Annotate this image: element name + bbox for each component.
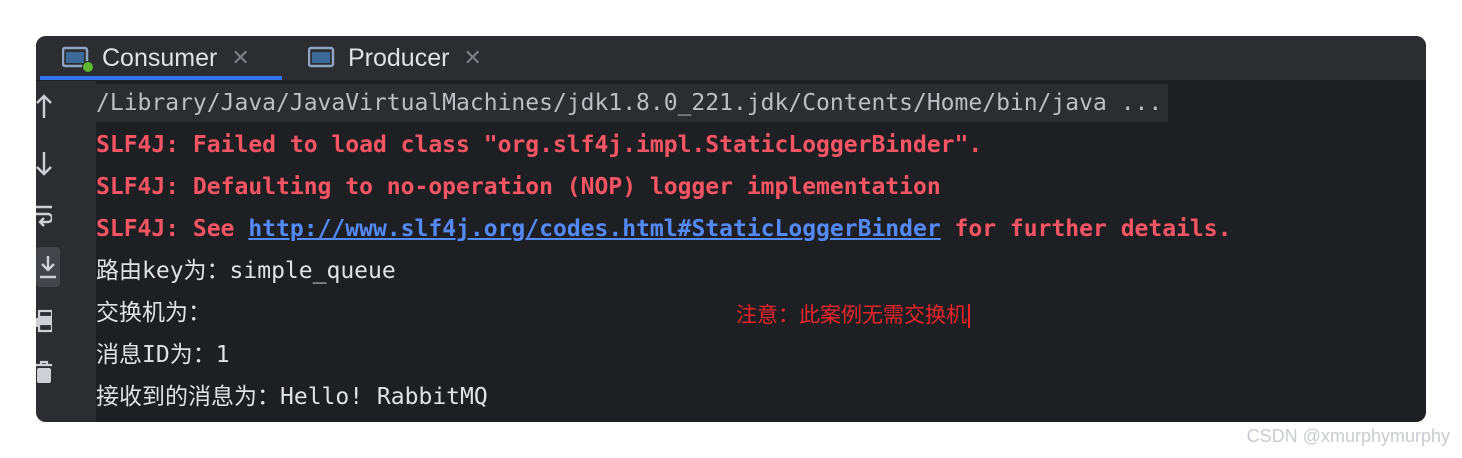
active-tab-indicator: [40, 76, 282, 80]
tab-label: Producer: [348, 43, 450, 72]
close-icon[interactable]: ✕: [463, 45, 481, 71]
error-text: for further details.: [940, 216, 1232, 242]
running-indicator-icon: [82, 61, 94, 73]
error-line: SLF4J: See http://www.slf4j.org/codes.ht…: [96, 210, 1231, 248]
print-icon[interactable]: [36, 301, 52, 341]
watermark: CSDN @xmurphymurphy: [1246, 426, 1450, 446]
output-line: 交换机为：: [96, 300, 211, 326]
error-line: SLF4J: Defaulting to no-operation (NOP) …: [96, 174, 941, 200]
error-line: SLF4J: Failed to load class "org.slf4j.i…: [96, 132, 983, 158]
trash-icon[interactable]: [36, 353, 52, 393]
close-icon[interactable]: ✕: [231, 45, 249, 71]
tab-consumer[interactable]: Consumer ✕: [62, 36, 282, 80]
output-line: 消息ID为：1: [96, 342, 230, 368]
arrow-up-icon[interactable]: [36, 87, 52, 127]
text-cursor: [968, 304, 970, 328]
output-line: 路由key为：simple_queue: [96, 258, 396, 284]
console-output[interactable]: /Library/Java/JavaVirtualMachines/jdk1.8…: [96, 81, 1426, 422]
error-text: SLF4J: See: [96, 216, 249, 242]
slf4j-link[interactable]: http://www.slf4j.org/codes.html#StaticLo…: [248, 216, 940, 242]
arrow-down-icon[interactable]: [36, 143, 52, 183]
run-tool-window: Consumer ✕ Producer ✕ /Library/Java/Java…: [36, 36, 1426, 422]
tab-producer[interactable]: Producer ✕: [308, 36, 508, 80]
output-line: 接收到的消息为：Hello! RabbitMQ: [96, 384, 488, 410]
annotation-note: 注意：此案例无需交换机: [736, 300, 970, 330]
annotation-text: 注意：此案例无需交换机: [736, 303, 967, 327]
run-tab-bar: Consumer ✕ Producer ✕: [36, 36, 1426, 81]
tab-label: Consumer: [102, 43, 218, 72]
command-line: /Library/Java/JavaVirtualMachines/jdk1.8…: [96, 84, 1169, 122]
console-icon: [62, 46, 94, 73]
scroll-to-end-icon[interactable]: [36, 247, 60, 287]
console-icon: [308, 46, 336, 70]
soft-wrap-icon[interactable]: [36, 196, 52, 236]
console-toolbar: [36, 81, 96, 422]
